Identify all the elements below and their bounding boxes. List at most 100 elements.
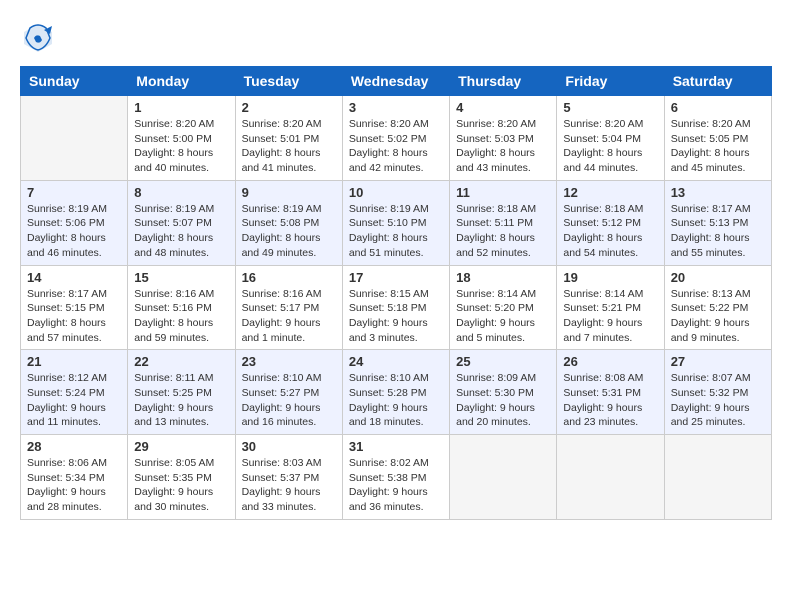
calendar-cell: 12Sunrise: 8:18 AM Sunset: 5:12 PM Dayli…: [557, 180, 664, 265]
day-number: 10: [349, 185, 443, 200]
day-number: 9: [242, 185, 336, 200]
calendar-cell: 25 Sunrise: 8:09 AM Sunset: 5:30 PM Dayli…: [450, 350, 557, 435]
calendar-cell: 5 Sunrise: 8:20 AM Sunset: 5:04 PM Daylig…: [557, 96, 664, 181]
day-number: 19: [563, 270, 657, 285]
day-info: Sunrise: 8:17 AM Sunset: 5:15 PM Dayligh…: [27, 287, 121, 346]
day-number: 5: [563, 100, 657, 115]
day-number: 11: [456, 185, 550, 200]
logo-icon: [20, 20, 56, 56]
week-row-4: 21 Sunrise: 8:12 AM Sunset: 5:24 PM Dayli…: [21, 350, 772, 435]
calendar-cell: 22Sunrise: 8:11 AM Sunset: 5:25 PM Dayli…: [128, 350, 235, 435]
calendar-cell: 15 Sunrise: 8:16 AM Sunset: 5:16 PM Dayli…: [128, 265, 235, 350]
day-number: 17: [349, 270, 443, 285]
calendar-cell: 6 Sunrise: 8:20 AM Sunset: 5:05 PM Daylig…: [664, 96, 771, 181]
day-number: 6: [671, 100, 765, 115]
day-info: Sunrise: 8:18 AM Sunset: 5:12 PM Dayligh…: [563, 202, 657, 261]
day-info: Sunrise: 8:19 AM Sunset: 5:10 PM Dayligh…: [349, 202, 443, 261]
calendar-cell: 1 Sunrise: 8:20 AM Sunset: 5:00 PM Daylig…: [128, 96, 235, 181]
day-number: 26: [563, 354, 657, 369]
day-info: Sunrise: 8:20 AM Sunset: 5:02 PM Dayligh…: [349, 117, 443, 176]
day-info: Sunrise: 8:14 AM Sunset: 5:20 PM Dayligh…: [456, 287, 550, 346]
day-info: Sunrise: 8:20 AM Sunset: 5:05 PM Dayligh…: [671, 117, 765, 176]
day-info: Sunrise: 8:16 AM Sunset: 5:16 PM Dayligh…: [134, 287, 228, 346]
day-number: 18: [456, 270, 550, 285]
day-number: 2: [242, 100, 336, 115]
calendar-cell: [664, 435, 771, 520]
column-header-wednesday: Wednesday: [342, 67, 449, 96]
day-number: 20: [671, 270, 765, 285]
day-number: 7: [27, 185, 121, 200]
day-number: 27: [671, 354, 765, 369]
calendar-cell: 3Sunrise: 8:20 AM Sunset: 5:02 PM Daylig…: [342, 96, 449, 181]
calendar-cell: 7 Sunrise: 8:19 AM Sunset: 5:06 PM Daylig…: [21, 180, 128, 265]
day-info: Sunrise: 8:20 AM Sunset: 5:04 PM Dayligh…: [563, 117, 657, 176]
day-number: 16: [242, 270, 336, 285]
day-number: 21: [27, 354, 121, 369]
calendar-cell: 8 Sunrise: 8:19 AM Sunset: 5:07 PM Daylig…: [128, 180, 235, 265]
day-info: Sunrise: 8:02 AM Sunset: 5:38 PM Dayligh…: [349, 456, 443, 515]
calendar-table: SundayMondayTuesdayWednesdayThursdayFrid…: [20, 66, 772, 520]
calendar-cell: 18 Sunrise: 8:14 AM Sunset: 5:20 PM Dayli…: [450, 265, 557, 350]
day-number: 25: [456, 354, 550, 369]
day-info: Sunrise: 8:20 AM Sunset: 5:01 PM Dayligh…: [242, 117, 336, 176]
day-number: 15: [134, 270, 228, 285]
day-info: Sunrise: 8:09 AM Sunset: 5:30 PM Dayligh…: [456, 371, 550, 430]
calendar-cell: 11 Sunrise: 8:18 AM Sunset: 5:11 PM Dayli…: [450, 180, 557, 265]
day-info: Sunrise: 8:05 AM Sunset: 5:35 PM Dayligh…: [134, 456, 228, 515]
day-info: Sunrise: 8:19 AM Sunset: 5:07 PM Dayligh…: [134, 202, 228, 261]
day-info: Sunrise: 8:10 AM Sunset: 5:28 PM Dayligh…: [349, 371, 443, 430]
day-info: Sunrise: 8:17 AM Sunset: 5:13 PM Dayligh…: [671, 202, 765, 261]
day-number: 23: [242, 354, 336, 369]
day-number: 13: [671, 185, 765, 200]
calendar-cell: 4 Sunrise: 8:20 AM Sunset: 5:03 PM Daylig…: [450, 96, 557, 181]
calendar-cell: 29 Sunrise: 8:05 AM Sunset: 5:35 PM Dayli…: [128, 435, 235, 520]
calendar-cell: 13 Sunrise: 8:17 AM Sunset: 5:13 PM Dayli…: [664, 180, 771, 265]
page-header: [20, 20, 772, 56]
calendar-cell: 21 Sunrise: 8:12 AM Sunset: 5:24 PM Dayli…: [21, 350, 128, 435]
day-info: Sunrise: 8:18 AM Sunset: 5:11 PM Dayligh…: [456, 202, 550, 261]
calendar-cell: 28 Sunrise: 8:06 AM Sunset: 5:34 PM Dayli…: [21, 435, 128, 520]
calendar-cell: 14 Sunrise: 8:17 AM Sunset: 5:15 PM Dayli…: [21, 265, 128, 350]
week-row-5: 28 Sunrise: 8:06 AM Sunset: 5:34 PM Dayli…: [21, 435, 772, 520]
day-number: 30: [242, 439, 336, 454]
calendar-cell: 30 Sunrise: 8:03 AM Sunset: 5:37 PM Dayli…: [235, 435, 342, 520]
column-header-saturday: Saturday: [664, 67, 771, 96]
day-info: Sunrise: 8:19 AM Sunset: 5:06 PM Dayligh…: [27, 202, 121, 261]
column-header-monday: Monday: [128, 67, 235, 96]
column-header-tuesday: Tuesday: [235, 67, 342, 96]
day-info: Sunrise: 8:07 AM Sunset: 5:32 PM Dayligh…: [671, 371, 765, 430]
calendar-cell: 9Sunrise: 8:19 AM Sunset: 5:08 PM Daylig…: [235, 180, 342, 265]
calendar-cell: 23Sunrise: 8:10 AM Sunset: 5:27 PM Dayli…: [235, 350, 342, 435]
day-info: Sunrise: 8:13 AM Sunset: 5:22 PM Dayligh…: [671, 287, 765, 346]
calendar-cell: 17Sunrise: 8:15 AM Sunset: 5:18 PM Dayli…: [342, 265, 449, 350]
day-info: Sunrise: 8:08 AM Sunset: 5:31 PM Dayligh…: [563, 371, 657, 430]
calendar-cell: 20 Sunrise: 8:13 AM Sunset: 5:22 PM Dayli…: [664, 265, 771, 350]
calendar-cell: 19 Sunrise: 8:14 AM Sunset: 5:21 PM Dayli…: [557, 265, 664, 350]
calendar-cell: 16Sunrise: 8:16 AM Sunset: 5:17 PM Dayli…: [235, 265, 342, 350]
week-row-3: 14 Sunrise: 8:17 AM Sunset: 5:15 PM Dayli…: [21, 265, 772, 350]
week-row-2: 7 Sunrise: 8:19 AM Sunset: 5:06 PM Daylig…: [21, 180, 772, 265]
day-number: 1: [134, 100, 228, 115]
day-number: 28: [27, 439, 121, 454]
day-info: Sunrise: 8:06 AM Sunset: 5:34 PM Dayligh…: [27, 456, 121, 515]
column-header-friday: Friday: [557, 67, 664, 96]
day-info: Sunrise: 8:03 AM Sunset: 5:37 PM Dayligh…: [242, 456, 336, 515]
calendar-cell: 26 Sunrise: 8:08 AM Sunset: 5:31 PM Dayli…: [557, 350, 664, 435]
day-info: Sunrise: 8:20 AM Sunset: 5:03 PM Dayligh…: [456, 117, 550, 176]
day-info: Sunrise: 8:14 AM Sunset: 5:21 PM Dayligh…: [563, 287, 657, 346]
day-info: Sunrise: 8:12 AM Sunset: 5:24 PM Dayligh…: [27, 371, 121, 430]
day-number: 31: [349, 439, 443, 454]
day-info: Sunrise: 8:20 AM Sunset: 5:00 PM Dayligh…: [134, 117, 228, 176]
week-row-1: 1 Sunrise: 8:20 AM Sunset: 5:00 PM Daylig…: [21, 96, 772, 181]
day-number: 24: [349, 354, 443, 369]
day-number: 8: [134, 185, 228, 200]
calendar-cell: 24 Sunrise: 8:10 AM Sunset: 5:28 PM Dayli…: [342, 350, 449, 435]
day-number: 4: [456, 100, 550, 115]
day-number: 14: [27, 270, 121, 285]
day-number: 22: [134, 354, 228, 369]
calendar-cell: 2 Sunrise: 8:20 AM Sunset: 5:01 PM Daylig…: [235, 96, 342, 181]
calendar-cell: [21, 96, 128, 181]
day-number: 29: [134, 439, 228, 454]
calendar-cell: 10 Sunrise: 8:19 AM Sunset: 5:10 PM Dayli…: [342, 180, 449, 265]
calendar-cell: [450, 435, 557, 520]
